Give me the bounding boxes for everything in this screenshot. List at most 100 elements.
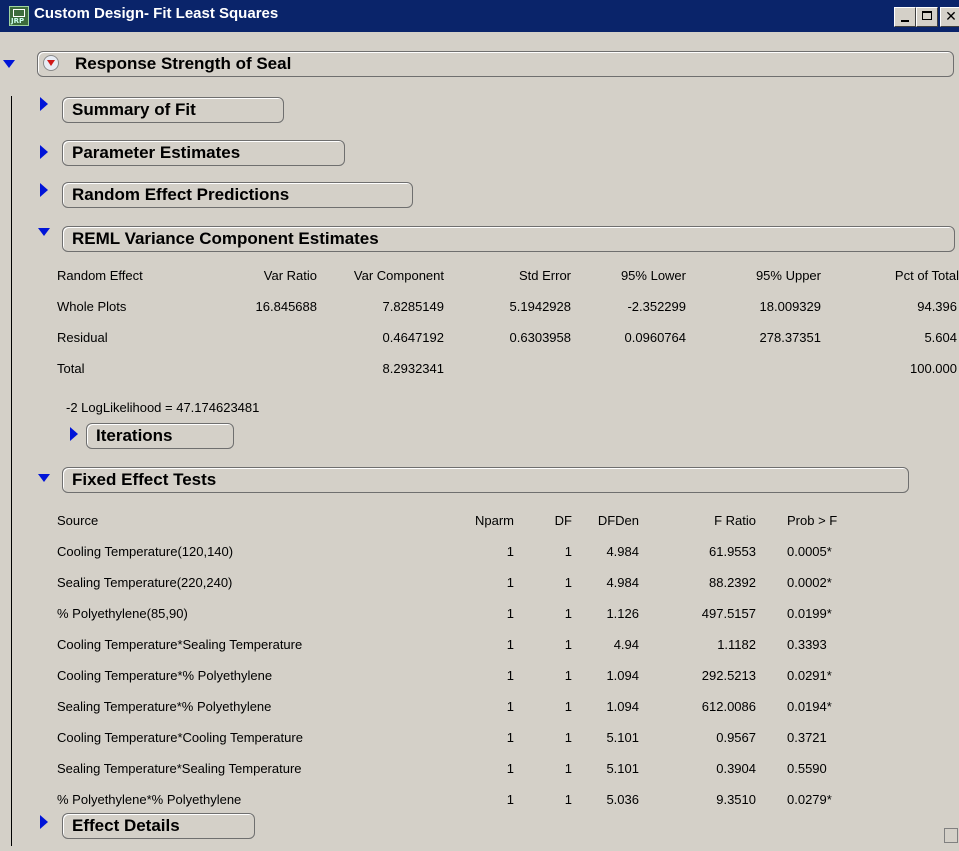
- red-triangle-menu-icon[interactable]: [43, 55, 59, 71]
- fet-value-cell: 612.0086: [701, 699, 756, 714]
- reml-col-var-component: Var Component: [353, 268, 444, 283]
- disclosure-icon-reml[interactable]: [38, 228, 50, 236]
- reml-col-var-ratio: Var Ratio: [263, 268, 317, 283]
- fet-value-cell: 1.094: [606, 699, 639, 714]
- reml-cell: 0.4647192: [382, 330, 444, 345]
- fet-source-cell: % Polyethylene(85,90): [57, 606, 188, 621]
- reml-cell: Total: [57, 361, 85, 376]
- resize-grip[interactable]: [944, 828, 958, 843]
- fet-value-cell: 0.0002*: [787, 575, 832, 590]
- reml-col-std-error: Std Error: [518, 268, 571, 283]
- window-title: Custom Design- Fit Least Squares: [34, 5, 279, 22]
- reml-cell: 94.396: [917, 299, 957, 314]
- maximize-button[interactable]: [916, 7, 938, 27]
- fet-value-cell: 0.3393: [787, 637, 827, 652]
- reml-col-95-upper: 95% Upper: [755, 268, 821, 283]
- fet-value-cell: 5.101: [606, 730, 639, 745]
- section-title: REML Variance Component Estimates: [72, 229, 379, 248]
- fet-value-cell: 4.984: [606, 575, 639, 590]
- fet-value-cell: 1: [564, 668, 572, 683]
- fet-value-cell: 0.9567: [716, 730, 756, 745]
- fet-value-cell: 4.984: [606, 544, 639, 559]
- fet-value-cell: 0.0199*: [787, 606, 832, 621]
- reml-col-95-lower: 95% Lower: [620, 268, 686, 283]
- fet-col-source: Source: [57, 513, 99, 528]
- summary-of-fit-header[interactable]: Summary of Fit: [62, 97, 284, 123]
- fet-value-cell: 1: [506, 544, 514, 559]
- reml-cell: 5.604: [924, 330, 957, 345]
- fet-value-cell: 1: [564, 792, 572, 807]
- reml-cell: -2.352299: [627, 299, 686, 314]
- fet-value-cell: 1: [506, 761, 514, 776]
- fet-value-cell: 497.5157: [701, 606, 756, 621]
- fet-value-cell: 88.2392: [709, 575, 756, 590]
- fet-source-cell: Sealing Temperature(220,240): [57, 575, 233, 590]
- reml-cell: 0.6303958: [509, 330, 571, 345]
- disclosure-icon-response[interactable]: [3, 60, 15, 68]
- reml-cell: Residual: [57, 330, 108, 345]
- loglikelihood-value: -2 LogLikelihood = 47.174623481: [66, 400, 260, 415]
- fet-value-cell: 4.94: [613, 637, 639, 652]
- reml-cell: Whole Plots: [57, 299, 127, 314]
- disclosure-icon-effect-details[interactable]: [40, 815, 48, 829]
- reml-cell: 8.2932341: [382, 361, 444, 376]
- fet-value-cell: 0.0291*: [787, 668, 832, 683]
- random-effect-predictions-header[interactable]: Random Effect Predictions: [62, 182, 413, 208]
- reml-cell: 18.009329: [759, 299, 821, 314]
- fet-col-nparm: Nparm: [474, 513, 514, 528]
- jmp-app-icon[interactable]: JRP: [9, 6, 29, 26]
- fet-source-cell: Cooling Temperature(120,140): [57, 544, 234, 559]
- reml-cell: 16.845688: [255, 299, 317, 314]
- section-title: Summary of Fit: [72, 100, 196, 119]
- disclosure-icon-fixed-effect-tests[interactable]: [38, 474, 50, 482]
- response-header[interactable]: Response Strength of Seal: [37, 51, 954, 77]
- fet-value-cell: 0.3904: [716, 761, 756, 776]
- reml-header[interactable]: REML Variance Component Estimates: [62, 226, 955, 252]
- outline-rule: [11, 96, 12, 846]
- fet-value-cell: 9.3510: [716, 792, 756, 807]
- fet-value-cell: 1: [506, 730, 514, 745]
- fet-value-cell: 0.3721: [787, 730, 827, 745]
- window-title-bar[interactable]: JRP Custom Design- Fit Least Squares ✕: [0, 0, 959, 32]
- fet-value-cell: 1: [564, 730, 572, 745]
- disclosure-icon-random-effect-predictions[interactable]: [40, 183, 48, 197]
- disclosure-icon-parameter-estimates[interactable]: [40, 145, 48, 159]
- fet-source-cell: Cooling Temperature*% Polyethylene: [57, 668, 273, 683]
- fet-value-cell: 1: [506, 699, 514, 714]
- minimize-icon: [901, 20, 909, 22]
- section-title: Random Effect Predictions: [72, 185, 290, 204]
- section-title: Fixed Effect Tests: [72, 470, 217, 489]
- maximize-icon: [922, 11, 932, 20]
- fet-value-cell: 0.0005*: [787, 544, 832, 559]
- fet-value-cell: 1: [564, 575, 572, 590]
- fet-value-cell: 292.5213: [701, 668, 756, 683]
- minimize-button[interactable]: [894, 7, 916, 27]
- fet-value-cell: 0.0194*: [787, 699, 832, 714]
- fet-value-cell: 1: [564, 761, 572, 776]
- parameter-estimates-header[interactable]: Parameter Estimates: [62, 140, 345, 166]
- response-title: Response Strength of Seal: [75, 54, 292, 73]
- close-button[interactable]: ✕: [940, 7, 959, 27]
- section-title: Effect Details: [72, 816, 180, 835]
- fet-col-prob-f: Prob > F: [787, 513, 838, 528]
- reml-cell: 7.8285149: [382, 299, 444, 314]
- fet-col-f-ratio: F Ratio: [714, 513, 756, 528]
- fet-source-cell: Cooling Temperature*Sealing Temperature: [57, 637, 303, 652]
- fet-source-cell: Sealing Temperature*Sealing Temperature: [57, 761, 302, 776]
- fixed-effect-tests-header[interactable]: Fixed Effect Tests: [62, 467, 909, 493]
- fet-col-dfden: DFDen: [597, 513, 639, 528]
- disclosure-icon-iterations[interactable]: [70, 427, 78, 441]
- fet-value-cell: 1.094: [606, 668, 639, 683]
- section-title: Iterations: [96, 426, 173, 445]
- fet-value-cell: 1: [564, 544, 572, 559]
- report-window: Response Strength of Seal Summary of Fit…: [0, 32, 959, 851]
- iterations-header[interactable]: Iterations: [86, 423, 234, 449]
- fet-source-cell: Sealing Temperature*% Polyethylene: [57, 699, 272, 714]
- fet-value-cell: 1: [506, 668, 514, 683]
- disclosure-icon-summary-of-fit[interactable]: [40, 97, 48, 111]
- effect-details-header[interactable]: Effect Details: [62, 813, 255, 839]
- app-icon-label: JRP: [11, 17, 25, 25]
- fet-value-cell: 0.5590: [787, 761, 827, 776]
- fet-source-cell: % Polyethylene*% Polyethylene: [57, 792, 242, 807]
- section-title: Parameter Estimates: [72, 143, 241, 162]
